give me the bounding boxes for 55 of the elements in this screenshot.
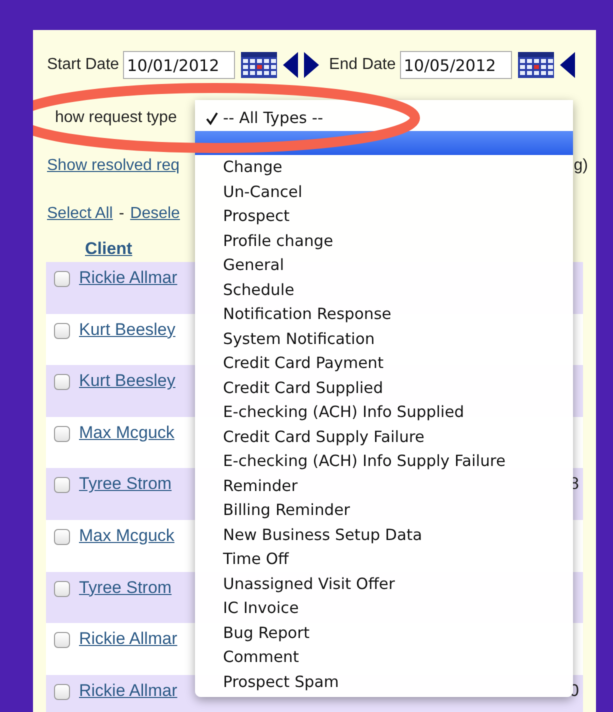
client-link[interactable]: Rickie Allmar [79, 268, 178, 288]
end-date-label: End Date [329, 56, 396, 74]
row-checkbox[interactable] [54, 580, 70, 597]
row-checkbox[interactable] [54, 322, 70, 339]
next-arrow-icon[interactable] [303, 52, 320, 78]
row-checkbox[interactable] [54, 684, 70, 700]
menu-item[interactable]: Time Off [195, 547, 573, 572]
client-link[interactable]: Kurt Beesley [79, 371, 176, 392]
previous-arrow-icon[interactable] [283, 52, 300, 78]
end-date-field[interactable]: 10/05/2012 [400, 51, 512, 79]
menu-item[interactable]: Change [195, 155, 573, 180]
menu-item[interactable]: Schedule [195, 278, 573, 302]
menu-item[interactable]: Comment [195, 645, 573, 670]
sort-note-text: g) [574, 157, 589, 175]
row-checkbox[interactable] [54, 632, 70, 648]
menu-item[interactable]: Unassigned Visit Offer [195, 572, 573, 596]
row-checkbox[interactable] [54, 271, 70, 287]
menu-item[interactable]: E-checking (ACH) Info Supply Failure [195, 449, 573, 474]
calendar-icon[interactable] [241, 52, 278, 78]
row-checkbox[interactable] [54, 374, 70, 390]
menu-item[interactable]: IC Invoice [195, 596, 573, 620]
menu-item[interactable]: Profile change [195, 228, 573, 253]
start-date-label: Start Date [47, 56, 120, 74]
menu-item[interactable]: New Business Setup Data [195, 522, 573, 547]
separator-text: - [118, 205, 124, 223]
request-type-label: how request type [55, 109, 177, 127]
menu-item[interactable]: Bug Report [195, 620, 573, 645]
client-link[interactable]: Max Mcguck [79, 422, 174, 443]
client-link[interactable]: Tyree Strom [79, 578, 172, 598]
row-checkbox[interactable] [54, 477, 70, 494]
menu-item[interactable]: Billing Reminder [195, 498, 573, 522]
start-date-field[interactable]: 10/01/2012 [123, 51, 236, 79]
row-checkbox[interactable] [54, 426, 70, 442]
calendar-icon[interactable] [518, 52, 554, 78]
menu-item[interactable]: Credit Card Supplied [195, 376, 573, 400]
client-link[interactable]: Tyree Strom [79, 474, 172, 494]
previous-arrow-icon[interactable] [560, 52, 576, 78]
menu-item[interactable]: Credit Card Payment [195, 351, 573, 376]
menu-item[interactable]: Notification Response [195, 302, 573, 326]
show-resolved-link[interactable]: Show resolved req [47, 157, 180, 175]
menu-item[interactable]: Un-Cancel [195, 180, 573, 204]
row-checkbox[interactable] [54, 528, 70, 545]
deselect-link[interactable]: Desele [130, 205, 180, 223]
menu-item[interactable]: Prospect [195, 204, 573, 228]
menu-item[interactable]: E-checking (ACH) Info Supplied [195, 400, 573, 424]
menu-item[interactable]: General [195, 253, 573, 278]
client-link[interactable]: Max Mcguck [79, 526, 174, 546]
select-all-link[interactable]: Select All [47, 205, 113, 223]
menu-item[interactable]: System Notification [195, 326, 573, 351]
column-header[interactable]: Client [85, 239, 132, 259]
client-link[interactable]: Rickie Allmar [79, 680, 178, 701]
client-link[interactable]: Rickie Allmar [79, 629, 178, 650]
menu-item[interactable]: Credit Card Supply Failure [195, 424, 573, 449]
client-link[interactable]: Kurt Beesley [79, 320, 176, 340]
menu-item[interactable]: -- All Types -- [195, 106, 573, 130]
